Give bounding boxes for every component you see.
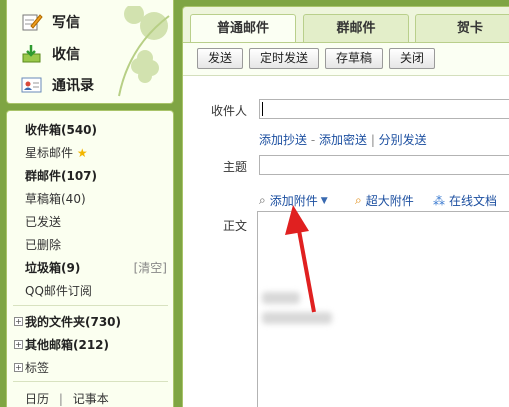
folder-group[interactable]: 群邮件(107): [25, 167, 97, 184]
paperclip-icon: ⌕: [259, 193, 266, 207]
compose-form: 收件人 添加抄送 - 添加密送 | 分别发送 主题 ⌕ 添加附件 ▼ ⌕ 超大附…: [183, 75, 509, 407]
online-doc-icon: ⁂: [433, 193, 445, 208]
add-bcc-link[interactable]: 添加密送: [319, 133, 367, 147]
scheduled-send-button[interactable]: 定时发送: [249, 48, 319, 69]
close-button[interactable]: 关闭: [389, 48, 435, 69]
tab-group-mail[interactable]: 群邮件: [303, 14, 409, 42]
folder-starred-label: 星标邮件: [25, 146, 74, 160]
online-doc-label: 在线文档: [449, 194, 498, 208]
folder-deleted[interactable]: 已删除: [25, 236, 61, 253]
contacts-label: 通讯录: [52, 78, 94, 94]
chevron-down-icon[interactable]: ▼: [321, 196, 328, 206]
expand-plus-icon[interactable]: +: [14, 317, 23, 326]
recipient-options: 添加抄送 - 添加密送 | 分别发送: [259, 131, 427, 148]
sidebar: 写信 收信 通讯录 收件箱(540) 星标邮件 ★ 群邮件(107) 草稿箱(4…: [0, 0, 176, 407]
large-attachment-button[interactable]: ⌕ 超大附件: [355, 192, 414, 209]
folder-spam[interactable]: 垃圾箱(9): [25, 259, 80, 276]
inbox-download-icon: [21, 44, 43, 64]
contacts-button[interactable]: 通讯录: [21, 73, 94, 97]
blurred-content: [262, 312, 332, 324]
expand-plus-icon[interactable]: +: [14, 363, 23, 372]
link-separator: |: [367, 133, 379, 147]
blurred-content: [262, 292, 300, 304]
body-label: 正文: [223, 219, 248, 233]
body-editor[interactable]: [257, 211, 509, 407]
save-draft-button[interactable]: 存草稿: [325, 48, 383, 69]
add-attachment-button[interactable]: ⌕ 添加附件 ▼: [259, 192, 328, 209]
expand-plus-icon[interactable]: +: [14, 340, 23, 349]
calendar-notebook-row: 日历 | 记事本: [25, 390, 109, 407]
folder-subscription[interactable]: QQ邮件订阅: [25, 282, 92, 299]
tab-normal-mail[interactable]: 普通邮件: [190, 14, 296, 44]
folder-sent[interactable]: 已发送: [25, 213, 61, 230]
send-button[interactable]: 发送: [197, 48, 243, 69]
watermark: Bai 经验: [435, 384, 497, 402]
folder-inbox[interactable]: 收件箱(540): [25, 121, 97, 138]
folder-list: 收件箱(540) 星标邮件 ★ 群邮件(107) 草稿箱(40) 已发送 已删除…: [6, 110, 174, 407]
link-separator: |: [58, 392, 63, 406]
compose-panel: 普通邮件 群邮件 贺卡 发送 定时发送 存草稿 关闭 收件人 添加抄送 - 添加…: [182, 6, 509, 407]
subject-input[interactable]: [259, 155, 509, 175]
compose-label: 写信: [52, 15, 80, 31]
folder-starred[interactable]: 星标邮件 ★: [25, 144, 88, 161]
quick-actions-panel: 写信 收信 通讯录: [6, 0, 174, 104]
text-cursor: [262, 102, 263, 116]
folder-drafts[interactable]: 草稿箱(40): [25, 190, 86, 207]
link-separator: -: [307, 133, 319, 147]
star-icon: ★: [76, 146, 88, 160]
calendar-link[interactable]: 日历: [25, 392, 49, 406]
tab-greeting-card[interactable]: 贺卡: [415, 14, 509, 42]
receive-button[interactable]: 收信: [21, 42, 80, 66]
clear-spam-link[interactable]: [清空]: [134, 259, 167, 276]
to-input[interactable]: [259, 99, 509, 119]
add-attachment-label: 添加附件: [269, 194, 318, 208]
large-attachment-label: 超大附件: [365, 194, 414, 208]
subject-label: 主题: [223, 160, 248, 174]
contact-card-icon: [21, 75, 43, 95]
notebook-link[interactable]: 记事本: [73, 392, 109, 406]
divider: [13, 305, 168, 306]
pencil-note-icon: [21, 12, 43, 32]
online-doc-button[interactable]: ⁂ 在线文档: [433, 192, 497, 209]
paperclip-orange-icon: ⌕: [355, 193, 362, 207]
to-label: 收件人: [211, 104, 248, 118]
separate-send-link[interactable]: 分别发送: [379, 133, 427, 147]
folder-tags[interactable]: 标签: [25, 359, 49, 376]
folder-other-mailboxes[interactable]: 其他邮箱(212): [25, 336, 109, 353]
compose-toolbar: 发送 定时发送 存草稿 关闭: [183, 42, 509, 75]
receive-label: 收信: [52, 47, 80, 63]
add-cc-link[interactable]: 添加抄送: [259, 133, 307, 147]
clover-decoration-icon: [118, 6, 170, 97]
compose-button[interactable]: 写信: [21, 10, 80, 34]
folder-my-folders[interactable]: 我的文件夹(730): [25, 313, 121, 330]
divider: [13, 381, 168, 382]
